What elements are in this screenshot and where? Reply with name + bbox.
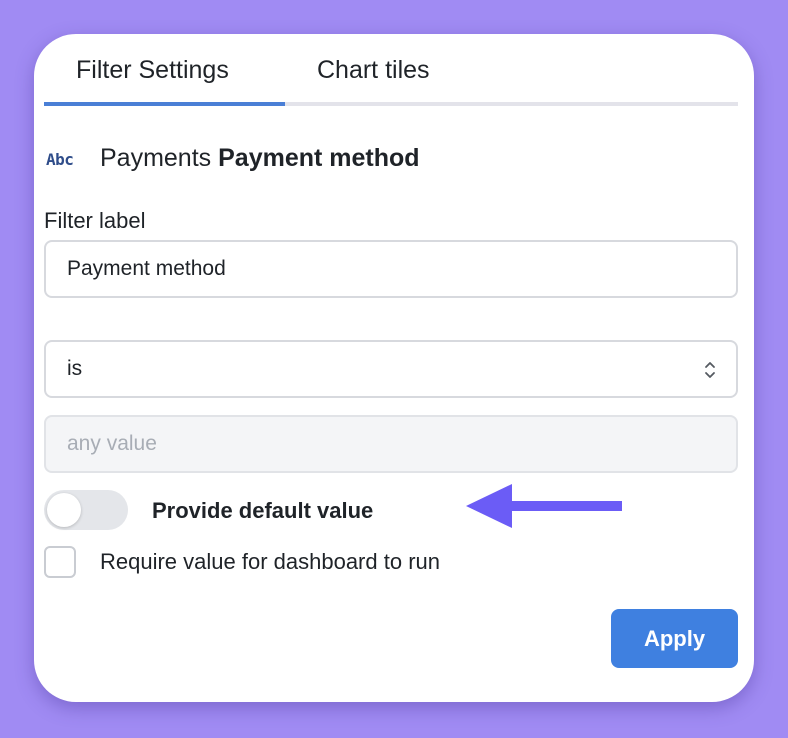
field-table-name: Payments: [100, 143, 212, 172]
field-header: Abc Payments Payment method: [46, 142, 420, 174]
default-value-label: Provide default value: [152, 498, 374, 523]
toggle-knob: [47, 493, 81, 527]
require-value-checkbox[interactable]: [44, 546, 76, 578]
tab-bar: Filter Settings Chart tiles: [44, 34, 738, 106]
chevron-up-down-icon: [705, 362, 715, 378]
default-value-row: Provide default value: [44, 490, 373, 530]
filter-label-input[interactable]: Payment method: [44, 240, 738, 298]
operator-select[interactable]: is: [44, 340, 738, 398]
field-name: Payment method: [218, 143, 420, 172]
filter-value-placeholder: any value: [67, 432, 157, 455]
require-value-row: Require value for dashboard to run: [44, 546, 440, 578]
tab-filter-settings[interactable]: Filter Settings: [76, 56, 229, 85]
tab-chart-tiles[interactable]: Chart tiles: [317, 56, 430, 85]
operator-value: is: [67, 357, 83, 380]
active-tab-indicator: [44, 102, 285, 106]
filter-panel: Filter Settings Chart tiles Abc Payments…: [34, 34, 754, 702]
apply-button[interactable]: Apply: [611, 609, 738, 668]
default-value-toggle[interactable]: [44, 490, 128, 530]
callout-arrow-icon: [466, 484, 622, 528]
filter-value-input[interactable]: any value: [44, 415, 738, 473]
filter-label-heading: Filter label: [44, 208, 146, 233]
field-title: Payments Payment method: [100, 144, 420, 173]
require-value-label: Require value for dashboard to run: [100, 549, 440, 574]
abc-text-type-icon: Abc: [46, 149, 74, 169]
